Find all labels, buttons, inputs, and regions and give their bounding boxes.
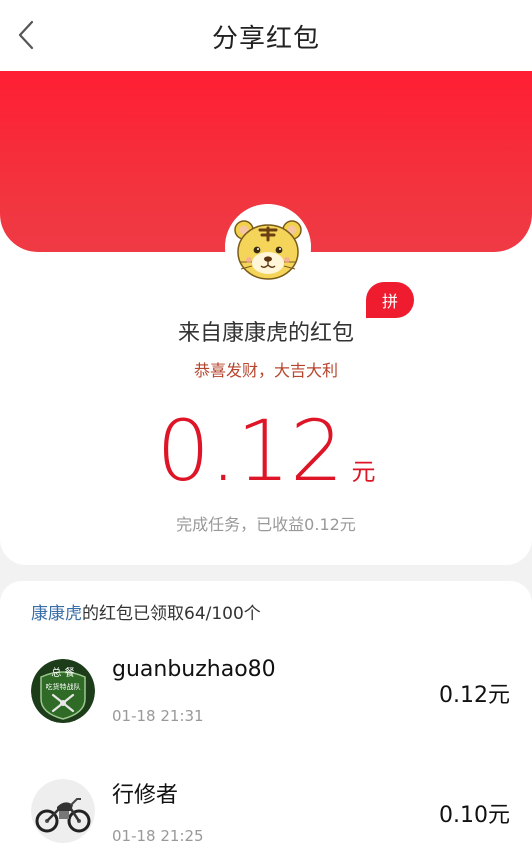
claim-summary-text: 的红包已领取64/100个 — [82, 604, 261, 624]
red-packet-card: 拼 来自康康虎的红包 恭喜发财，大吉大利 0.12 元 完成任务，已收益0.12… — [0, 71, 532, 565]
user-name: 行修者 — [112, 783, 179, 808]
group-buy-badge: 拼 — [366, 282, 414, 318]
amount-unit: 元 — [351, 458, 376, 486]
user-name: guanbuzhao80 — [112, 657, 276, 682]
badge-mid-text: 吃货特战队 — [46, 682, 81, 691]
sender-avatar — [225, 204, 311, 290]
top-bar: 分享红包 — [0, 0, 532, 71]
claim-summary: 康康虎的红包已领取64/100个 — [31, 599, 261, 624]
owner-link[interactable]: 康康虎 — [31, 604, 82, 624]
page-title: 分享红包 — [211, 24, 320, 54]
team-badge-avatar-icon: 总 餐 吃货特战队 — [31, 659, 95, 723]
amount-value: 0.12 — [156, 402, 344, 500]
motorcycle-avatar-icon — [31, 779, 95, 843]
badge-top-text: 总 餐 — [51, 666, 74, 679]
user-avatar — [31, 779, 95, 843]
sender-title: 来自康康虎的红包 — [177, 321, 354, 346]
list-item[interactable]: 行修者 01-18 21:25 0.10元 — [0, 767, 532, 847]
income-text: 完成任务，已收益0.12元 — [176, 515, 356, 534]
user-avatar: 总 餐 吃货特战队 — [31, 659, 95, 723]
amount-display: 0.12 元 — [0, 407, 532, 495]
blessing-text: 恭喜发财，大吉大利 — [193, 361, 338, 380]
page: 分享红包 拼 来自康康虎的红包 恭喜发财，大吉大利 0.12 元 完成任务，已收… — [0, 0, 532, 847]
claim-amount: 0.10元 — [439, 803, 510, 828]
claim-list: 康康虎的红包已领取64/100个 总 餐 吃货特战队 guanbuzhao80 … — [0, 581, 532, 847]
tiger-avatar-icon — [225, 204, 311, 290]
list-item[interactable]: 总 餐 吃货特战队 guanbuzhao80 01-18 21:31 0.12元 — [0, 645, 532, 755]
claim-time: 01-18 21:25 — [112, 827, 204, 845]
claim-time: 01-18 21:31 — [112, 707, 204, 725]
claim-amount: 0.12元 — [439, 683, 510, 708]
